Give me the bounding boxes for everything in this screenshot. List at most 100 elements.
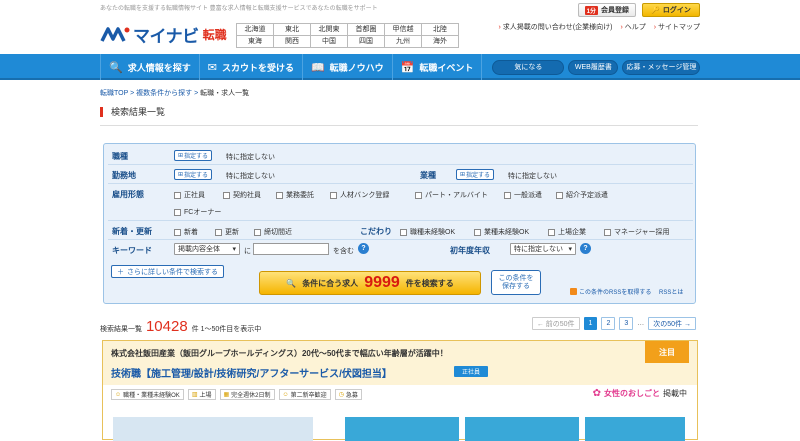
calendar-icon: ▦: [223, 392, 230, 398]
area-link[interactable]: 首都圏: [348, 24, 385, 36]
koyo-checkbox[interactable]: 正社員: [174, 190, 205, 200]
breadcrumb: 転職TOP > 複数条件から探す > 転職・求人一覧: [100, 88, 249, 98]
nav-pill-favorites[interactable]: 気になる: [492, 59, 565, 75]
koyo-checkbox[interactable]: FCオーナー: [174, 207, 221, 217]
kodawari-checkbox[interactable]: 職種未経験OK: [400, 227, 455, 237]
flower-icon: ✿: [592, 388, 601, 399]
form-row-koyo: 雇用形態 正社員 契約社員 業務委託 人材バンク登録 パート・アルバイト 一般派…: [108, 184, 693, 221]
pager: ← 前の50件 1 2 3 … 次の50件 →: [531, 317, 696, 330]
nav-item-knowhow[interactable]: 📖 転職ノウハウ: [303, 54, 393, 80]
inquiry-link[interactable]: 求人掲載の問い合わせ(企業様向け): [498, 22, 613, 32]
job-card[interactable]: 株式会社飯田産業（飯田グループホールディングス）20代～50代まで幅広い年齢層が…: [102, 340, 698, 441]
kinmuchi-specify-button[interactable]: ⊞ 指定する: [174, 169, 213, 180]
result-count: 検索結果一覧 10428 件 1～50件目を表示中: [100, 318, 261, 335]
koyo-checkbox[interactable]: パート・アルバイト: [415, 190, 488, 200]
koyo-checkbox[interactable]: 業務委託: [276, 190, 314, 200]
nenshu-label: 初年度年収: [450, 246, 490, 255]
book-icon: 📖: [310, 61, 325, 74]
koyo-checkbox[interactable]: 契約社員: [223, 190, 261, 200]
key-icon: 🔑: [651, 7, 660, 14]
more-conditions-label: さらに詳しい条件で検索する: [127, 268, 218, 276]
area-link[interactable]: 関西: [274, 36, 311, 48]
area-link[interactable]: 東海: [237, 36, 274, 48]
search-icon: 🔍: [286, 278, 297, 288]
more-conditions-button[interactable]: ＋さらに詳しい条件で検索する: [111, 265, 224, 278]
search-submit-button[interactable]: 🔍 条件に合う求人 9999 件を検索する: [259, 271, 481, 295]
result-suffix: 件 1～50件目を表示中: [191, 326, 262, 333]
kodawari-checkbox[interactable]: 上場企業: [548, 227, 586, 237]
shinchaku-checkbox[interactable]: 締切間近: [254, 227, 292, 237]
site-logo[interactable]: マイナビ 転職: [100, 22, 227, 47]
area-link[interactable]: 北海道: [237, 24, 274, 36]
koyo-label: 雇用形態: [112, 190, 144, 199]
area-link[interactable]: 九州: [385, 36, 422, 48]
shinchaku-checkbox[interactable]: 新着: [174, 227, 198, 237]
keyword-scope-select[interactable]: 掲載内容全体 ▾: [174, 243, 240, 255]
logo-text: マイナビ: [133, 27, 199, 46]
tag-inexperienced: ☺ 職種・業種未経験OK: [111, 389, 184, 400]
job-photo: [585, 417, 685, 441]
plus-icon: ⊞: [178, 153, 184, 159]
area-link[interactable]: 四国: [348, 36, 385, 48]
area-grid: 北海道 東北 北関東 首都圏 甲信越 北陸 東海 関西 中国 四国 九州 海外: [236, 23, 459, 48]
save-condition-button[interactable]: この条件を 保存する: [491, 270, 541, 295]
nav-item-search[interactable]: 🔍 求人情報を探す: [100, 54, 200, 80]
rss-link[interactable]: この条件のRSSを取得する: [570, 287, 651, 296]
koyo-checkbox[interactable]: 人材バンク登録: [330, 190, 389, 200]
employment-type-badge: 正社員: [454, 366, 489, 377]
rss-about-link[interactable]: RSSとは: [659, 287, 683, 296]
help-link[interactable]: ヘルプ: [620, 22, 646, 32]
breadcrumb-link-top[interactable]: 転職TOP: [100, 90, 128, 97]
josei-suffix: 掲載中: [663, 389, 687, 398]
breadcrumb-separator: >: [194, 90, 199, 97]
pager-next[interactable]: 次の50件 →: [648, 317, 696, 330]
job-title-link[interactable]: 技術職【施工管理/設計/技術研究/アフターサービス/伏図担当】: [111, 365, 392, 380]
member-register-button[interactable]: 1分 会員登録: [577, 3, 636, 17]
pager-page-3[interactable]: 3: [619, 317, 634, 330]
shinchaku-checkbox[interactable]: 更新: [215, 227, 239, 237]
nav-pill-resume[interactable]: WEB履歴書: [568, 59, 619, 75]
area-link[interactable]: 北関東: [311, 24, 348, 36]
search-prefix: 条件に合う求人: [302, 278, 359, 288]
pager-page-2[interactable]: 2: [601, 317, 616, 330]
nav-label: 求人情報を探す: [127, 62, 191, 73]
kodawari-checkbox[interactable]: 業種未経験OK: [474, 227, 529, 237]
area-link[interactable]: 北陸: [422, 24, 459, 36]
gyoshu-specify-button[interactable]: ⊞ 指定する: [456, 169, 495, 180]
gyoshu-value: 特に指定しない: [508, 173, 557, 180]
nav-label: 転職イベント: [419, 62, 474, 73]
area-link[interactable]: 中国: [311, 36, 348, 48]
breadcrumb-link-multi[interactable]: 複数条件から探す: [136, 90, 192, 97]
job-tags: ☺ 職種・業種未経験OK ▥ 上場 ▦ 完全週休2日制 ☺ 第二新卒歓迎 ◷ 急募: [111, 389, 362, 400]
area-link[interactable]: 東北: [274, 24, 311, 36]
pager-page-1[interactable]: 1: [583, 317, 598, 330]
area-link[interactable]: 海外: [422, 36, 459, 48]
sitemap-link[interactable]: サイトマップ: [654, 22, 700, 32]
nav-item-scout[interactable]: ✉ スカウトを受ける: [200, 54, 303, 80]
site-tagline: あなたの転職を支援する転職情報サイト 豊富な求人情報と転職支援サービスであなたの…: [100, 6, 378, 12]
shokushu-specify-button[interactable]: ⊞ 指定する: [174, 150, 213, 161]
keyword-input[interactable]: [253, 243, 329, 255]
keyword-ni: に: [244, 248, 251, 255]
shokushu-value: 特に指定しない: [226, 154, 275, 161]
nav-label: 転職ノウハウ: [329, 62, 384, 73]
nav-item-event[interactable]: 📅 転職イベント: [393, 54, 483, 80]
logo-sub: 転職: [202, 28, 227, 42]
rss-icon: [570, 288, 577, 295]
search-form: 職種 ⊞ 指定する 特に指定しない 勤務地 ⊞ 指定する 特に指定しない 業種 ⊞ 指…: [103, 143, 696, 304]
kodawari-label: こだわり: [360, 227, 392, 236]
koyo-checkbox[interactable]: 一般派遣: [504, 190, 542, 200]
kinmuchi-value: 特に指定しない: [226, 173, 275, 180]
nenshu-help-icon[interactable]: ?: [580, 243, 591, 254]
area-link[interactable]: 甲信越: [385, 24, 422, 36]
login-button[interactable]: 🔑 ログイン: [642, 3, 700, 17]
job-photo: [465, 417, 579, 441]
keyword-help-icon[interactable]: ?: [358, 243, 369, 254]
nav-label: スカウトを受ける: [221, 62, 294, 73]
kinmuchi-label: 勤務地: [112, 171, 136, 180]
person-icon: ☺: [115, 391, 122, 398]
nav-pill-messages[interactable]: 応募・メッセージ管理: [622, 59, 701, 75]
nenshu-select[interactable]: 特に指定しない ▾: [510, 243, 576, 255]
kodawari-checkbox[interactable]: マネージャー採用: [604, 227, 670, 237]
koyo-checkbox[interactable]: 紹介予定派遣: [556, 190, 608, 200]
